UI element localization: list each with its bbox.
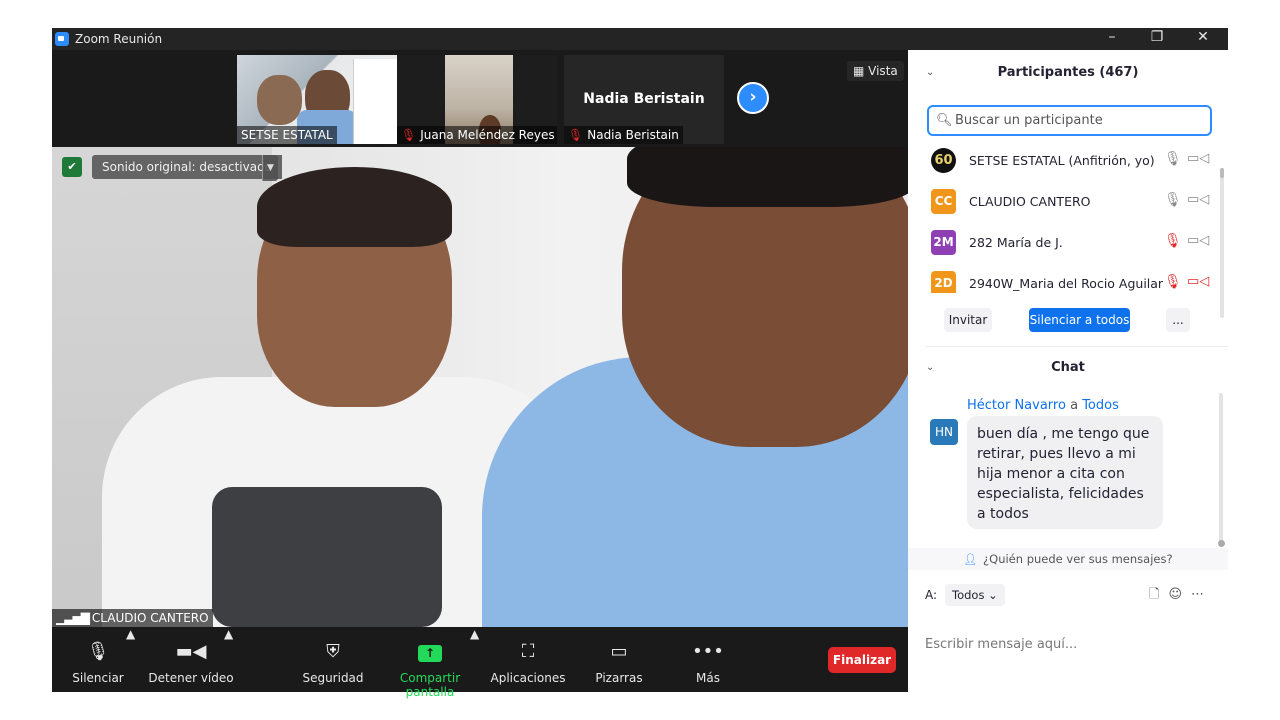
side-panel: ⌄ Participantes (467) 🔍︎ Buscar un parti… (908, 50, 1228, 692)
microphone-icon: 🎙 (86, 641, 110, 662)
encryption-shield-icon[interactable]: ✔ (62, 157, 82, 177)
shield-icon: ⛨ (326, 641, 340, 662)
chevron-down-icon: ⌄ (988, 588, 998, 602)
avatar: 60 (931, 148, 956, 173)
video-camera-icon[interactable]: ▭◁ (1187, 151, 1209, 166)
participant-search-input[interactable]: 🔍︎ Buscar un participante (927, 105, 1212, 136)
close-button[interactable]: ✕ (1188, 29, 1218, 45)
sound-dropdown-chevron-icon[interactable]: ▼ (262, 155, 278, 181)
video-camera-icon[interactable]: ▭◁ (1187, 233, 1209, 248)
collapse-chevron-icon[interactable]: ⌄ (926, 54, 934, 92)
meeting-stage: SETSE ESTATAL 🎙 Juana Meléndez Reyes Nadi… (52, 50, 908, 699)
mute-all-button[interactable]: Silenciar a todos (1029, 308, 1130, 332)
participants-scrollbar[interactable] (1220, 168, 1224, 318)
participants-header: ⌄ Participantes (467) (908, 54, 1228, 92)
participant-name: CLAUDIO CANTERO (969, 194, 1091, 209)
avatar: 2D (931, 271, 956, 293)
share-options-chevron-icon[interactable]: ▲ (470, 627, 479, 692)
microphone-muted-icon[interactable]: 🎙 (1164, 274, 1182, 290)
share-screen-button[interactable]: ↑ Compartir pantalla (378, 627, 482, 699)
participant-row[interactable]: CC CLAUDIO CANTERO 🎙 ▭◁ (908, 184, 1228, 225)
video-camera-icon[interactable]: ▭◁ (1187, 192, 1209, 207)
grid-icon: ▦ (853, 64, 869, 78)
chat-header: ⌄ Chat (908, 349, 1228, 387)
microphone-icon[interactable]: 🎙 (1164, 151, 1182, 167)
stop-video-button[interactable]: ▬◀ Detener vídeo (148, 627, 234, 692)
minimize-button[interactable]: – (1097, 29, 1127, 45)
zoom-window: Zoom Reunión – ❐ ✕ SETSE ESTATAL 🎙 Juana … (52, 28, 1228, 699)
main-video: ✔ Sonido original: desactivado ▼ ▁▃▅▇ CLA… (52, 147, 908, 627)
apps-button[interactable]: ⛶ Aplicaciones (490, 627, 566, 692)
security-button[interactable]: ⛨ Seguridad (300, 627, 366, 692)
recipient-select[interactable]: Todos ⌄ (945, 584, 1005, 606)
original-sound-button[interactable]: Sonido original: desactivado (92, 155, 283, 179)
zoom-app-icon (55, 32, 69, 46)
audio-options-chevron-icon[interactable]: ▲ (126, 627, 135, 692)
collapse-chevron-icon[interactable]: ⌄ (926, 349, 934, 387)
microphone-icon[interactable]: 🎙 (1164, 192, 1182, 208)
thumbnail-nadia[interactable]: Nadia Beristain 🎙 Nadia Beristain (564, 55, 724, 144)
avatar: HN (930, 419, 958, 445)
whiteboards-button[interactable]: ▭ Pizarras (588, 627, 650, 692)
participant-row[interactable]: 2D 2940W_Maria del Rocio Aguilar 🎙 ▭◁ (908, 266, 1228, 293)
file-icon[interactable]: 🗋 (1149, 587, 1168, 602)
who-can-see-messages-link[interactable]: 👤︎ ¿Quién puede ver sus mensajes? (908, 548, 1228, 570)
person-icon: 👤︎ (963, 553, 978, 566)
signal-bars-icon: ▁▃▅▇ (56, 611, 90, 625)
window-title: Zoom Reunión (75, 32, 163, 46)
chat-scrollbar[interactable] (1218, 393, 1225, 547)
microphone-muted-icon[interactable]: 🎙 (1164, 233, 1182, 249)
participants-more-button[interactable]: ... (1166, 308, 1190, 332)
participant-row[interactable]: 2M 282 María de J. 🎙 ▭◁ (908, 225, 1228, 266)
emoji-icon[interactable]: ☺ (1168, 587, 1191, 602)
more-dots-icon: ••• (692, 641, 724, 662)
more-dots-icon[interactable]: ⋯ (1191, 587, 1213, 602)
active-speaker-label: ▁▃▅▇ CLAUDIO CANTERO (52, 609, 213, 627)
share-screen-icon: ↑ (418, 645, 442, 662)
end-meeting-button[interactable]: Finalizar (828, 647, 896, 673)
thumbnail-name: SETSE ESTATAL (237, 126, 337, 144)
view-button[interactable]: ▦ Vista (847, 61, 904, 81)
thumbnail-setse[interactable]: SETSE ESTATAL (237, 55, 397, 144)
thumbnail-name: 🎙 Nadia Beristain (564, 126, 683, 144)
thumbnail-strip: SETSE ESTATAL 🎙 Juana Meléndez Reyes Nadi… (52, 50, 908, 147)
participant-list: 60 SETSE ESTATAL (Anfitrión, yo) 🎙 ▭◁ CC… (908, 143, 1228, 293)
mute-button[interactable]: 🎙 Silenciar (62, 627, 134, 692)
shirt-print (212, 487, 442, 627)
chat-message-sender: Héctor Navarro a Todos (967, 398, 1119, 413)
recipient-label: A: (925, 588, 938, 602)
restore-button[interactable]: ❐ (1142, 29, 1172, 45)
video-camera-off-icon[interactable]: ▭◁ (1187, 274, 1209, 289)
section-divider (925, 346, 1228, 347)
more-button[interactable]: ••• Más (678, 627, 738, 692)
thumb-shared-document (353, 59, 397, 144)
participant-row[interactable]: 60 SETSE ESTATAL (Anfitrión, yo) 🎙 ▭◁ (908, 143, 1228, 184)
video-options-chevron-icon[interactable]: ▲ (224, 627, 233, 692)
thumb-person (257, 75, 302, 125)
avatar: 2M (931, 230, 956, 255)
thumbnail-juana[interactable]: 🎙 Juana Meléndez Reyes (397, 55, 557, 144)
video-camera-icon: ▬◀ (175, 641, 207, 662)
whiteboard-icon: ▭ (610, 641, 628, 662)
chat-message-input[interactable]: Escribir mensaje aquí... (925, 637, 1077, 652)
next-page-chevron-icon[interactable]: › (737, 82, 769, 114)
person-right-hair (627, 147, 908, 207)
title-bar: Zoom Reunión – ❐ ✕ (52, 28, 1228, 50)
avatar: CC (931, 189, 956, 214)
thumbnail-big-name: Nadia Beristain (583, 91, 705, 107)
meeting-toolbar: 🎙 Silenciar ▲ ▬◀ Detener vídeo ▲ ⛨ Segur… (52, 627, 908, 699)
participant-name: 2940W_Maria del Rocio Aguilar (969, 276, 1164, 291)
thumbnail-name: 🎙 Juana Meléndez Reyes (397, 126, 557, 144)
participant-name: 282 María de J. (969, 235, 1063, 250)
mic-muted-icon: 🎙 (568, 128, 584, 142)
apps-icon: ⛶ (521, 641, 535, 662)
invite-button[interactable]: Invitar (944, 308, 992, 332)
person-left-hair (257, 167, 452, 247)
search-icon: 🔍︎ (936, 113, 953, 128)
participant-name: SETSE ESTATAL (Anfitrión, yo) (969, 153, 1155, 168)
mic-muted-icon: 🎙 (401, 128, 417, 142)
chat-recipient-row: A: Todos ⌄ 🗋☺⋯ (925, 584, 1225, 606)
chat-message-bubble: buen día , me tengo que retirar, pues ll… (967, 416, 1163, 529)
